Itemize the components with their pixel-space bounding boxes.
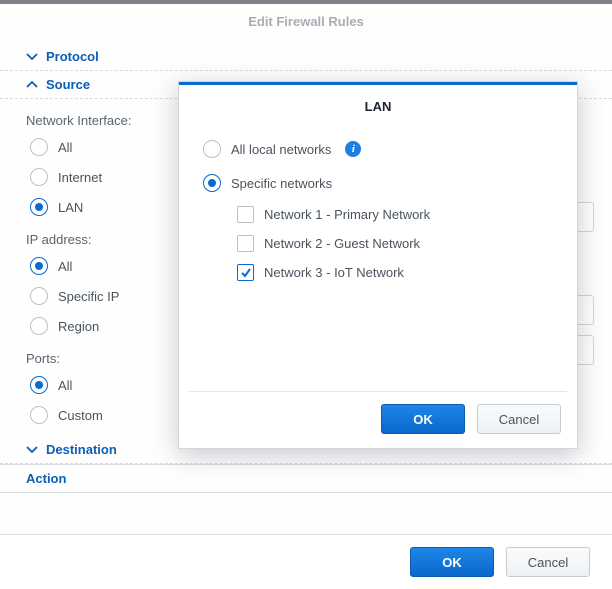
option-label: LAN — [58, 200, 83, 215]
checkbox-icon — [237, 206, 254, 223]
section-label: Source — [46, 77, 90, 92]
network-label: Network 2 - Guest Network — [264, 236, 420, 251]
radio-icon — [30, 406, 48, 424]
cancel-button[interactable]: Cancel — [506, 547, 590, 577]
scope-option-all[interactable]: All local networks i — [203, 132, 553, 166]
lan-modal: LAN All local networks i Specific networ… — [178, 81, 578, 449]
section-action[interactable]: Action — [0, 464, 612, 493]
chevron-up-icon — [26, 79, 38, 91]
option-label: Internet — [58, 170, 102, 185]
radio-icon — [203, 174, 221, 192]
ok-button[interactable]: OK — [410, 547, 494, 577]
network-checkbox-1[interactable]: Network 1 - Primary Network — [203, 200, 553, 229]
option-label: Specific networks — [231, 176, 332, 191]
option-label: All — [58, 259, 72, 274]
option-label: Region — [58, 319, 99, 334]
section-label: Protocol — [46, 49, 99, 64]
modal-title: LAN — [179, 85, 577, 132]
radio-icon — [203, 140, 221, 158]
network-checkbox-2[interactable]: Network 2 - Guest Network — [203, 229, 553, 258]
page-footer: OK Cancel — [0, 534, 612, 589]
radio-icon — [30, 257, 48, 275]
option-label: Custom — [58, 408, 103, 423]
radio-icon — [30, 287, 48, 305]
section-label: Action — [26, 471, 66, 486]
section-protocol[interactable]: Protocol — [0, 43, 612, 71]
option-label: All — [58, 140, 72, 155]
network-label: Network 1 - Primary Network — [264, 207, 430, 222]
chevron-down-icon — [26, 51, 38, 63]
radio-icon — [30, 168, 48, 186]
network-label: Network 3 - IoT Network — [264, 265, 404, 280]
checkbox-icon — [237, 264, 254, 281]
option-label: Specific IP — [58, 289, 119, 304]
scope-option-specific[interactable]: Specific networks — [203, 166, 553, 200]
modal-ok-button[interactable]: OK — [381, 404, 465, 434]
radio-icon — [30, 317, 48, 335]
radio-icon — [30, 138, 48, 156]
info-icon[interactable]: i — [345, 141, 361, 157]
modal-footer: OK Cancel — [179, 392, 577, 448]
option-label: All local networks — [231, 142, 331, 157]
checkbox-icon — [237, 235, 254, 252]
radio-icon — [30, 198, 48, 216]
section-label: Destination — [46, 442, 117, 457]
page-title: Edit Firewall Rules — [0, 4, 612, 43]
network-checkbox-3[interactable]: Network 3 - IoT Network — [203, 258, 553, 287]
chevron-down-icon — [26, 444, 38, 456]
radio-icon — [30, 376, 48, 394]
modal-cancel-button[interactable]: Cancel — [477, 404, 561, 434]
option-label: All — [58, 378, 72, 393]
